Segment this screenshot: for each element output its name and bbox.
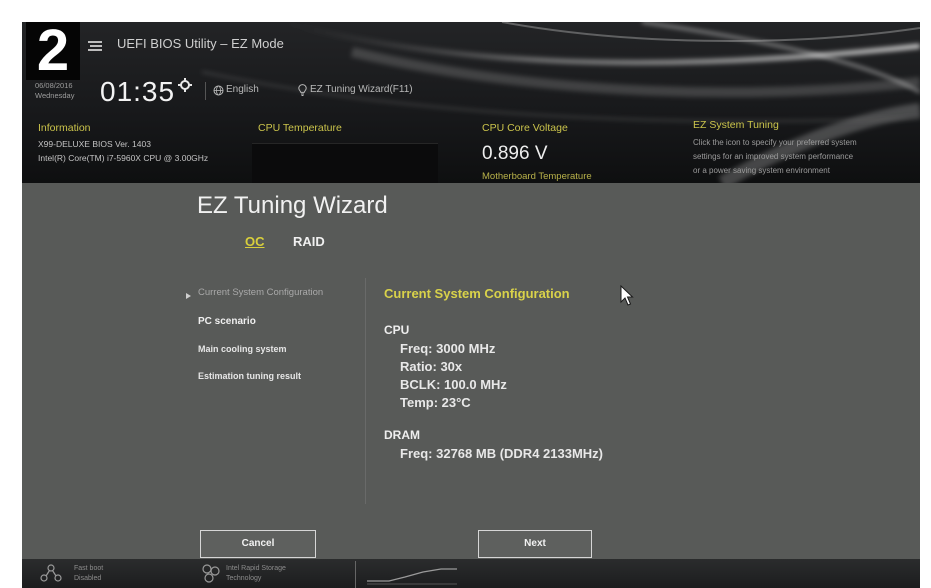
cpu-core-voltage-label: CPU Core Voltage xyxy=(482,122,568,134)
footer-item-label: Intel Rapid Storage xyxy=(226,565,286,572)
motherboard-temperature-label: Motherboard Temperature xyxy=(482,171,592,182)
asus-logo-icon xyxy=(88,41,102,51)
step-current-system-configuration: Current System Configuration xyxy=(198,287,324,298)
bottom-bar: Fast boot Disabled Intel Rapid Storage T… xyxy=(22,559,920,588)
weekday-text: Wednesday xyxy=(35,91,75,100)
ez-tuning-wizard-dialog: EZ Tuning Wizard OC RAID Current System … xyxy=(22,183,920,559)
tab-raid[interactable]: RAID xyxy=(293,234,325,250)
clock-time[interactable]: 01:35 xyxy=(100,77,175,107)
cpu-ratio: Ratio: 30x xyxy=(400,359,463,374)
ez-tuning-wizard-link[interactable]: EZ Tuning Wizard(F11) xyxy=(310,84,413,96)
bios-title: UEFI BIOS Utility – EZ Mode xyxy=(117,36,284,51)
header-separator xyxy=(205,82,206,100)
cpu-temperature-label: CPU Temperature xyxy=(258,122,342,134)
gear-icon[interactable] xyxy=(178,78,192,92)
date-display: 06/08/2016 Wednesday xyxy=(35,81,74,101)
next-button[interactable]: Next xyxy=(478,530,592,558)
cpu-bclk: BCLK: 100.0 MHz xyxy=(400,377,507,392)
footer-item-intel-rst[interactable]: Intel Rapid Storage Technology xyxy=(226,564,286,584)
ez-tuning-line: or a power saving system environment xyxy=(693,166,830,175)
step-main-cooling-system: Main cooling system xyxy=(198,344,287,354)
step-estimation-tuning-result: Estimation tuning result xyxy=(198,371,302,381)
cpu-section-label: CPU xyxy=(384,323,410,337)
footer-item-label: Fast boot xyxy=(74,565,104,572)
footer-item-value: Technology xyxy=(226,575,262,582)
footer-separator xyxy=(355,561,356,588)
panel-divider xyxy=(365,278,366,504)
tab-oc[interactable]: OC xyxy=(245,234,265,250)
information-label: Information xyxy=(38,122,91,134)
lightbulb-icon[interactable] xyxy=(298,84,307,96)
wizard-title: EZ Tuning Wizard xyxy=(197,192,388,219)
globe-icon[interactable] xyxy=(213,85,224,96)
current-step-indicator-icon xyxy=(186,293,191,299)
cpu-core-voltage-value: 0.896 V xyxy=(482,143,548,164)
panel-heading: Current System Configuration xyxy=(384,286,570,301)
ez-system-tuning-description: Click the icon to specify your preferred… xyxy=(693,136,915,181)
footer-item-value: Disabled xyxy=(74,575,102,582)
dram-section-label: DRAM xyxy=(384,428,420,442)
bios-screen: UEFI BIOS Utility – EZ Mode 06/08/2016 W… xyxy=(22,22,920,588)
cpu-model: Intel(R) Core(TM) i7-5960X CPU @ 3.00GHz xyxy=(38,153,209,163)
network-icon[interactable] xyxy=(40,563,62,583)
ez-tuning-line: settings for an improved system performa… xyxy=(693,152,854,161)
dram-frequency: Freq: 32768 MB (DDR4 2133MHz) xyxy=(400,446,604,461)
step-number-badge: 2 xyxy=(26,22,80,80)
mouse-cursor-icon xyxy=(620,285,634,306)
language-selector[interactable]: English xyxy=(226,84,259,96)
ez-tuning-line: Click the icon to specify your preferred… xyxy=(693,138,857,147)
cpu-temperature-graph xyxy=(252,143,438,183)
ez-system-tuning-label: EZ System Tuning xyxy=(693,119,779,131)
cancel-button[interactable]: Cancel xyxy=(200,530,316,558)
footer-item-fast-boot[interactable]: Fast boot Disabled xyxy=(74,564,103,584)
ez-mode-header: UEFI BIOS Utility – EZ Mode 06/08/2016 W… xyxy=(22,22,920,183)
board-bios-version: X99-DELUXE BIOS Ver. 1403 xyxy=(38,139,151,149)
step-pc-scenario: PC scenario xyxy=(198,316,256,327)
storage-cluster-icon[interactable] xyxy=(200,562,222,584)
cpu-frequency: Freq: 3000 MHz xyxy=(400,341,496,356)
fan-curve-preview xyxy=(367,568,457,585)
cpu-temperature: Temp: 23°C xyxy=(400,395,471,410)
